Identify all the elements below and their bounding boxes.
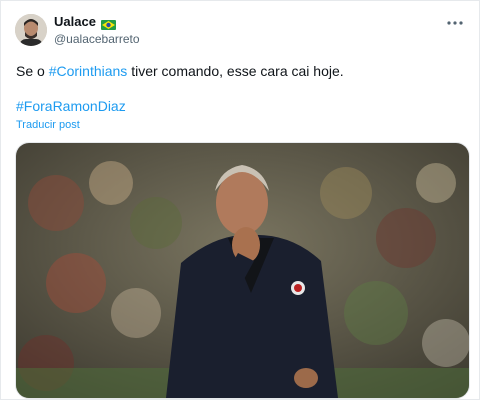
tweet-photo[interactable] [15,142,470,399]
brazil-flag-icon [100,17,116,30]
hashtag-corinthians[interactable]: #Corinthians [49,63,128,79]
author-handle[interactable]: @ualacebarreto [54,32,140,46]
coach-photo [16,143,469,398]
tweet-text-suffix: tiver comando, esse cara cai hoje. [127,63,344,79]
tweet-card: Ualace @ualacebarreto Se o #Corinthians … [0,0,480,400]
tweet-text-prefix: Se o [16,63,49,79]
avatar[interactable] [15,14,47,46]
author-name-row: Ualace [54,14,116,30]
hashtag-fora-ramon-diaz[interactable]: #ForaRamonDiaz [16,98,126,114]
more-options-icon[interactable] [445,15,465,31]
tweet-text: Se o #Corinthians tiver comando, esse ca… [16,62,344,80]
author-display-name[interactable]: Ualace [54,14,96,29]
avatar-image [15,14,47,46]
translate-post-link[interactable]: Traducir post [16,119,80,131]
